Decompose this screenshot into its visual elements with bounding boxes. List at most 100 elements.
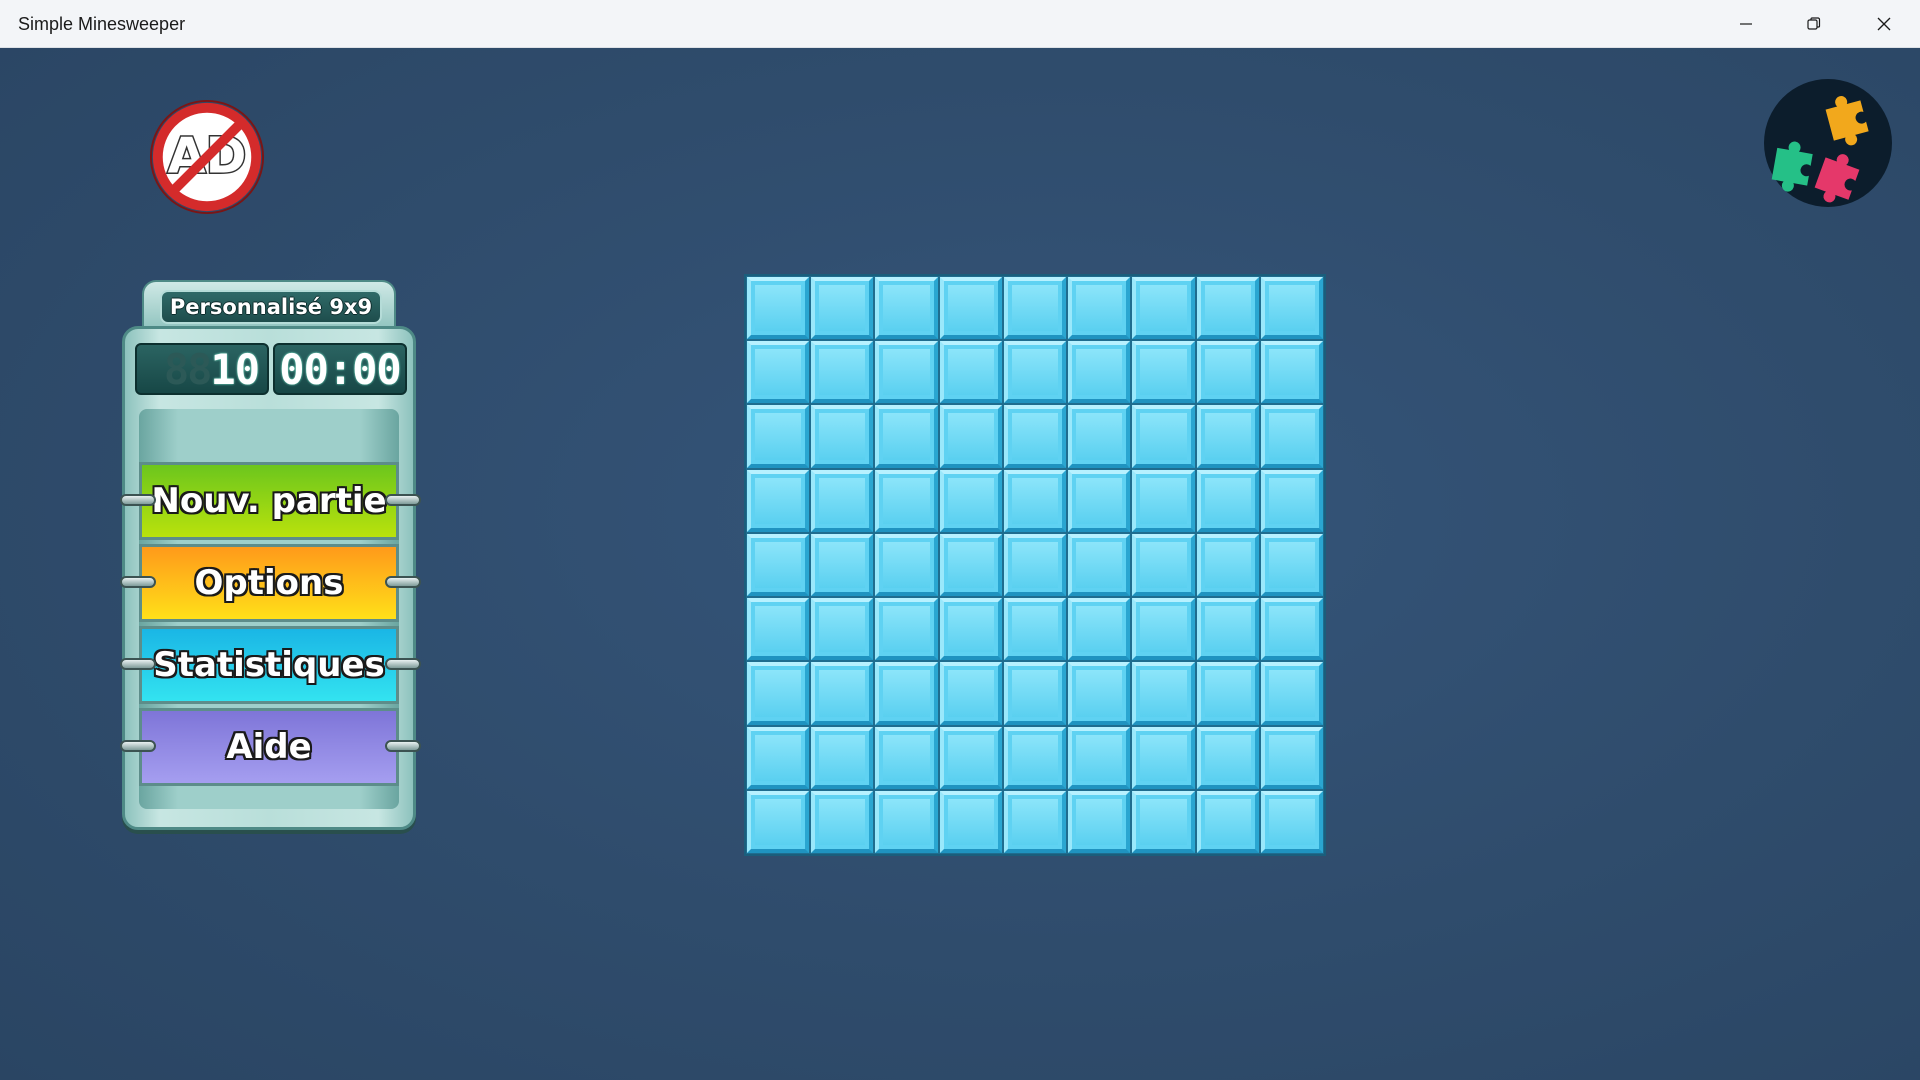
minefield-cell[interactable]: [1068, 598, 1131, 661]
minefield-cell[interactable]: [875, 790, 938, 853]
minefield-cell[interactable]: [1132, 726, 1195, 789]
minefield-cell[interactable]: [1132, 790, 1195, 853]
close-button[interactable]: [1850, 0, 1918, 48]
control-panel: 88 10 00:00 Nouv. partie Options Statist…: [120, 326, 421, 830]
minefield-cell[interactable]: [1068, 405, 1131, 468]
minefield-cell[interactable]: [1068, 277, 1131, 340]
minefield-cell[interactable]: [1003, 790, 1067, 853]
minefield-cell[interactable]: [1196, 341, 1259, 404]
statistics-button[interactable]: Statistiques: [139, 626, 399, 704]
minefield-cell[interactable]: [747, 405, 810, 468]
minefield-cell[interactable]: [875, 726, 938, 789]
minefield-cell[interactable]: [1003, 726, 1067, 789]
minefield-cell[interactable]: [1132, 598, 1195, 661]
minefield-cell[interactable]: [811, 790, 874, 853]
minefield-cell[interactable]: [811, 726, 874, 789]
minefield-cell[interactable]: [1068, 533, 1131, 597]
minefield-cell[interactable]: [1260, 662, 1323, 725]
minefield-cell[interactable]: [811, 341, 874, 404]
game-area: AD Personnalisé 9x9 88 10: [0, 48, 1920, 1080]
minimize-icon: [1740, 23, 1752, 25]
minefield-cell[interactable]: [1068, 790, 1131, 853]
minefield-cell[interactable]: [811, 533, 874, 597]
minefield-cell[interactable]: [875, 405, 938, 468]
minefield-cell[interactable]: [1260, 341, 1323, 404]
minefield-cell[interactable]: [1003, 405, 1067, 468]
minefield-cell[interactable]: [811, 405, 874, 468]
minefield-cell[interactable]: [811, 469, 874, 532]
minefield-cell[interactable]: [747, 726, 810, 789]
minimize-button[interactable]: [1712, 0, 1780, 48]
minefield-cell[interactable]: [1260, 598, 1323, 661]
minefield-cell[interactable]: [747, 533, 810, 597]
minefield-cell[interactable]: [1260, 726, 1323, 789]
minefield-cell[interactable]: [939, 405, 1002, 468]
minefield-cell[interactable]: [875, 277, 938, 340]
minefield-cell[interactable]: [1196, 790, 1259, 853]
minefield-cell[interactable]: [1003, 341, 1067, 404]
minefield-cell[interactable]: [747, 662, 810, 725]
minefield-cell[interactable]: [1196, 405, 1259, 468]
mine-counter-ghost-digits: 88: [163, 344, 213, 394]
minefield-cell[interactable]: [875, 598, 938, 661]
minefield-cell[interactable]: [875, 662, 938, 725]
timer-value: 00:00: [279, 344, 401, 394]
minefield-cell[interactable]: [875, 533, 938, 597]
minefield-cell[interactable]: [875, 469, 938, 532]
minefield-cell[interactable]: [1196, 277, 1259, 340]
minefield-cell[interactable]: [1260, 790, 1323, 853]
minefield-cell[interactable]: [1260, 405, 1323, 468]
minefield-cell[interactable]: [1260, 277, 1323, 340]
minefield-cell[interactable]: [1196, 533, 1259, 597]
minefield-cell[interactable]: [1003, 533, 1067, 597]
more-games-button[interactable]: [1763, 78, 1893, 208]
minefield-cell[interactable]: [1196, 598, 1259, 661]
minefield-cell[interactable]: [747, 790, 810, 853]
minefield-cell[interactable]: [1003, 598, 1067, 661]
minefield-cell[interactable]: [1003, 277, 1067, 340]
options-button[interactable]: Options: [139, 544, 399, 622]
minefield-cell[interactable]: [1068, 341, 1131, 404]
minefield-cell[interactable]: [875, 341, 938, 404]
button-pin-left: [120, 576, 156, 588]
minefield-cell[interactable]: [1132, 533, 1195, 597]
minefield-cell[interactable]: [811, 277, 874, 340]
minefield-cell[interactable]: [747, 277, 810, 340]
minefield-cell[interactable]: [1196, 726, 1259, 789]
minefield-cell[interactable]: [811, 598, 874, 661]
minefield-cell[interactable]: [1132, 277, 1195, 340]
minefield-cell[interactable]: [1196, 469, 1259, 532]
minefield-cell[interactable]: [939, 341, 1002, 404]
timer-display: 00:00: [273, 343, 407, 395]
button-pin-left: [120, 658, 156, 670]
minefield-cell[interactable]: [1260, 533, 1323, 597]
minefield-cell[interactable]: [939, 469, 1002, 532]
button-pin-right: [385, 658, 421, 670]
new-game-button[interactable]: Nouv. partie: [139, 462, 399, 540]
minefield-cell[interactable]: [1068, 469, 1131, 532]
options-label: Options: [194, 563, 344, 603]
help-button[interactable]: Aide: [139, 708, 399, 786]
minefield-cell[interactable]: [1132, 662, 1195, 725]
minefield-cell[interactable]: [1132, 469, 1195, 532]
minefield-cell[interactable]: [1003, 662, 1067, 725]
minefield-cell[interactable]: [939, 277, 1002, 340]
minefield-cell[interactable]: [747, 598, 810, 661]
minefield-cell[interactable]: [1260, 469, 1323, 532]
minefield-cell[interactable]: [939, 726, 1002, 789]
remove-ads-button[interactable]: AD: [148, 98, 266, 216]
minefield-cell[interactable]: [939, 790, 1002, 853]
minefield-cell[interactable]: [939, 598, 1002, 661]
minefield-cell[interactable]: [1068, 726, 1131, 789]
minefield-cell[interactable]: [811, 662, 874, 725]
minefield-cell[interactable]: [747, 341, 810, 404]
minefield-cell[interactable]: [1196, 662, 1259, 725]
minefield-cell[interactable]: [747, 469, 810, 532]
restore-button[interactable]: [1780, 0, 1848, 48]
minefield-cell[interactable]: [1068, 662, 1131, 725]
minefield-cell[interactable]: [939, 533, 1002, 597]
minefield-cell[interactable]: [939, 662, 1002, 725]
minefield-cell[interactable]: [1003, 469, 1067, 532]
minefield-cell[interactable]: [1132, 405, 1195, 468]
minefield-cell[interactable]: [1132, 341, 1195, 404]
